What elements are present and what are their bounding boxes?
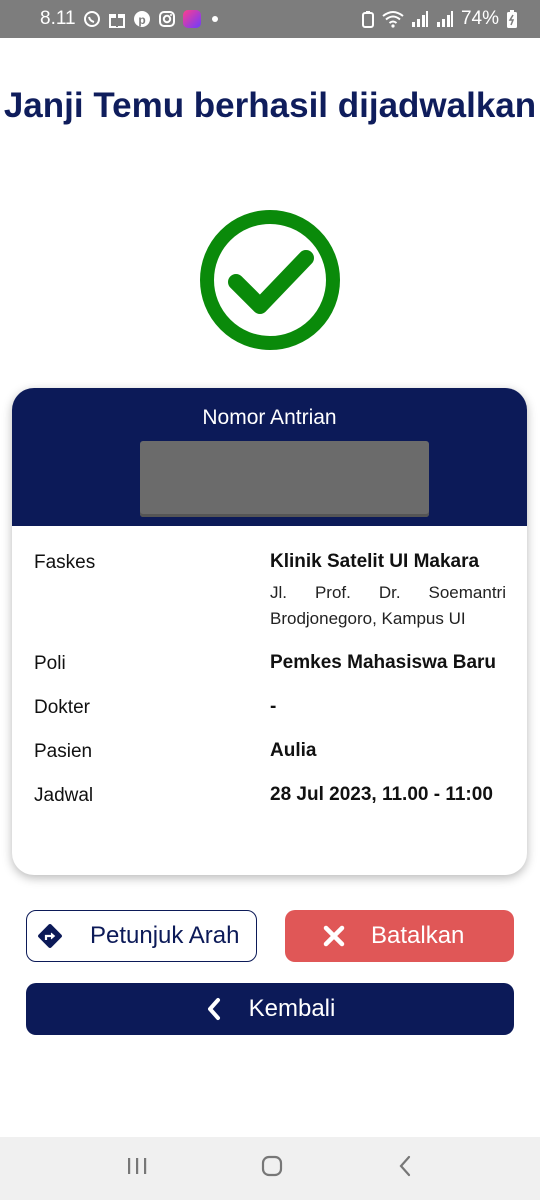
cancel-label: Batalkan: [371, 922, 465, 949]
detail-label: Pasien: [34, 741, 93, 762]
battery-saver-icon: [361, 10, 375, 28]
battery-percent: 74%: [460, 8, 499, 29]
detail-value: -: [270, 696, 277, 717]
queue-number-label: Nomor Antrian: [202, 406, 337, 429]
detail-label: Poli: [34, 653, 66, 674]
status-time: 8.11: [40, 8, 76, 29]
signal-icon-1: [411, 10, 429, 28]
wifi-icon: [382, 10, 404, 28]
detail-label: Jadwal: [34, 785, 94, 806]
back-label: Kembali: [248, 995, 336, 1022]
directions-label: Petunjuk Arah: [90, 922, 240, 949]
status-bar: 8.11 p 74%: [0, 0, 540, 38]
appointment-ticket-card: Nomor Antrian Faskes Klinik Satelit UI M…: [12, 388, 527, 875]
back-button[interactable]: Kembali: [26, 983, 514, 1035]
more-notifications-icon: [211, 16, 218, 22]
instagram-icon: [158, 10, 176, 28]
home-icon[interactable]: [260, 1154, 284, 1183]
queue-number-redacted: [140, 441, 429, 517]
svg-text:p: p: [138, 13, 145, 27]
system-nav-bar: [0, 1137, 540, 1200]
app-notification-icon: [182, 10, 201, 28]
detail-value: Aulia: [270, 740, 317, 761]
cancel-button[interactable]: Batalkan: [285, 910, 514, 962]
pinterest-icon: p: [133, 10, 151, 28]
whatsapp-icon: [83, 10, 101, 28]
back-nav-icon[interactable]: [395, 1154, 415, 1183]
signal-icon-2: [436, 10, 454, 28]
close-icon: [323, 925, 345, 947]
page-title: Janji Temu berhasil dijadwalkan: [3, 86, 537, 125]
success-check-icon: [198, 208, 342, 352]
gift-icon: [108, 10, 126, 28]
status-right: 74%: [361, 8, 518, 30]
detail-address: Jl. Prof. Dr. Soemantri Brodjonegoro, Ka…: [270, 583, 506, 628]
directions-button[interactable]: Petunjuk Arah: [26, 910, 257, 962]
detail-value: 28 Jul 2023, 11.00 - 11:00: [270, 784, 493, 805]
directions-icon: [35, 921, 65, 951]
status-left: 8.11 p: [40, 8, 218, 30]
detail-label: Dokter: [34, 697, 90, 718]
queue-number-header: Nomor Antrian: [12, 388, 527, 526]
detail-value: Pemkes Mahasiswa Baru: [270, 652, 497, 673]
detail-value: Klinik Satelit UI Makara: [270, 551, 480, 572]
battery-icon: [506, 9, 518, 29]
detail-label: Faskes: [34, 552, 96, 573]
recent-apps-icon[interactable]: [125, 1155, 149, 1182]
chevron-left-icon: [205, 997, 223, 1021]
